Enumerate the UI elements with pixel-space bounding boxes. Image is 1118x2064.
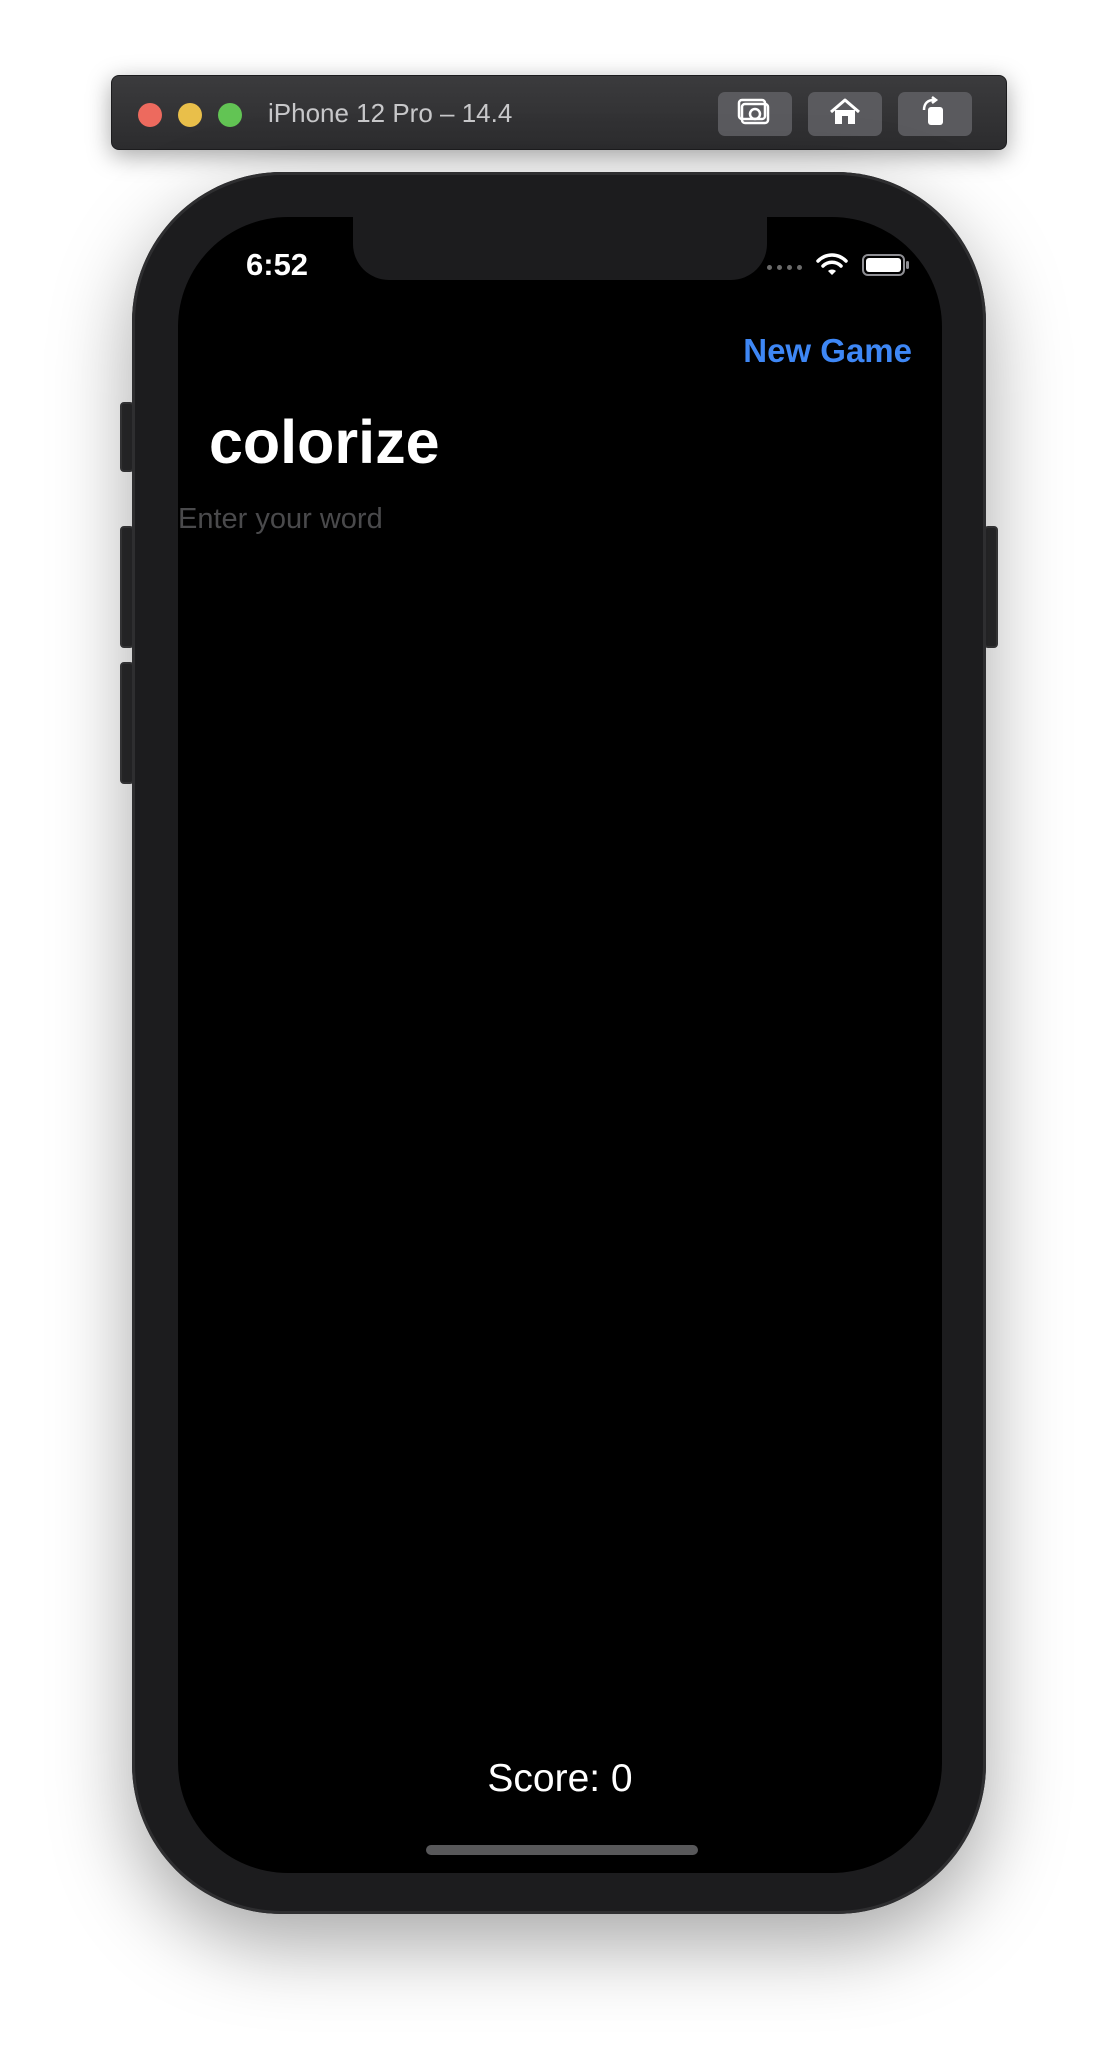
home-button[interactable] <box>808 92 882 136</box>
battery-icon <box>862 253 910 282</box>
desktop-background: iPhone 12 Pro – 14.4 6:52 New Game color… <box>0 0 1118 2064</box>
zoom-window-button[interactable] <box>218 103 242 127</box>
new-game-button[interactable]: New Game <box>743 332 912 370</box>
root-word-title: colorize <box>209 408 440 476</box>
score-label: Score: 0 <box>487 1757 633 1800</box>
status-time: 6:52 <box>246 247 309 282</box>
screenshot-icon <box>737 97 773 132</box>
status-icons <box>767 253 910 282</box>
home-icon <box>828 97 862 132</box>
iphone-screen: 6:52 New Game colorize Enter your word S… <box>178 217 942 1873</box>
home-indicator[interactable] <box>426 1845 698 1855</box>
simulator-toolbar: iPhone 12 Pro – 14.4 <box>111 75 1007 150</box>
rotate-button[interactable] <box>898 92 972 136</box>
minimize-window-button[interactable] <box>178 103 202 127</box>
rotate-icon <box>919 95 951 133</box>
power-button <box>984 526 998 648</box>
simulator-title: iPhone 12 Pro – 14.4 <box>268 98 513 128</box>
word-input[interactable] <box>178 497 878 541</box>
notch <box>353 217 767 280</box>
cellular-signal-icon <box>767 265 802 270</box>
close-window-button[interactable] <box>138 103 162 127</box>
wifi-icon <box>816 253 848 282</box>
screenshot-button[interactable] <box>718 92 792 136</box>
